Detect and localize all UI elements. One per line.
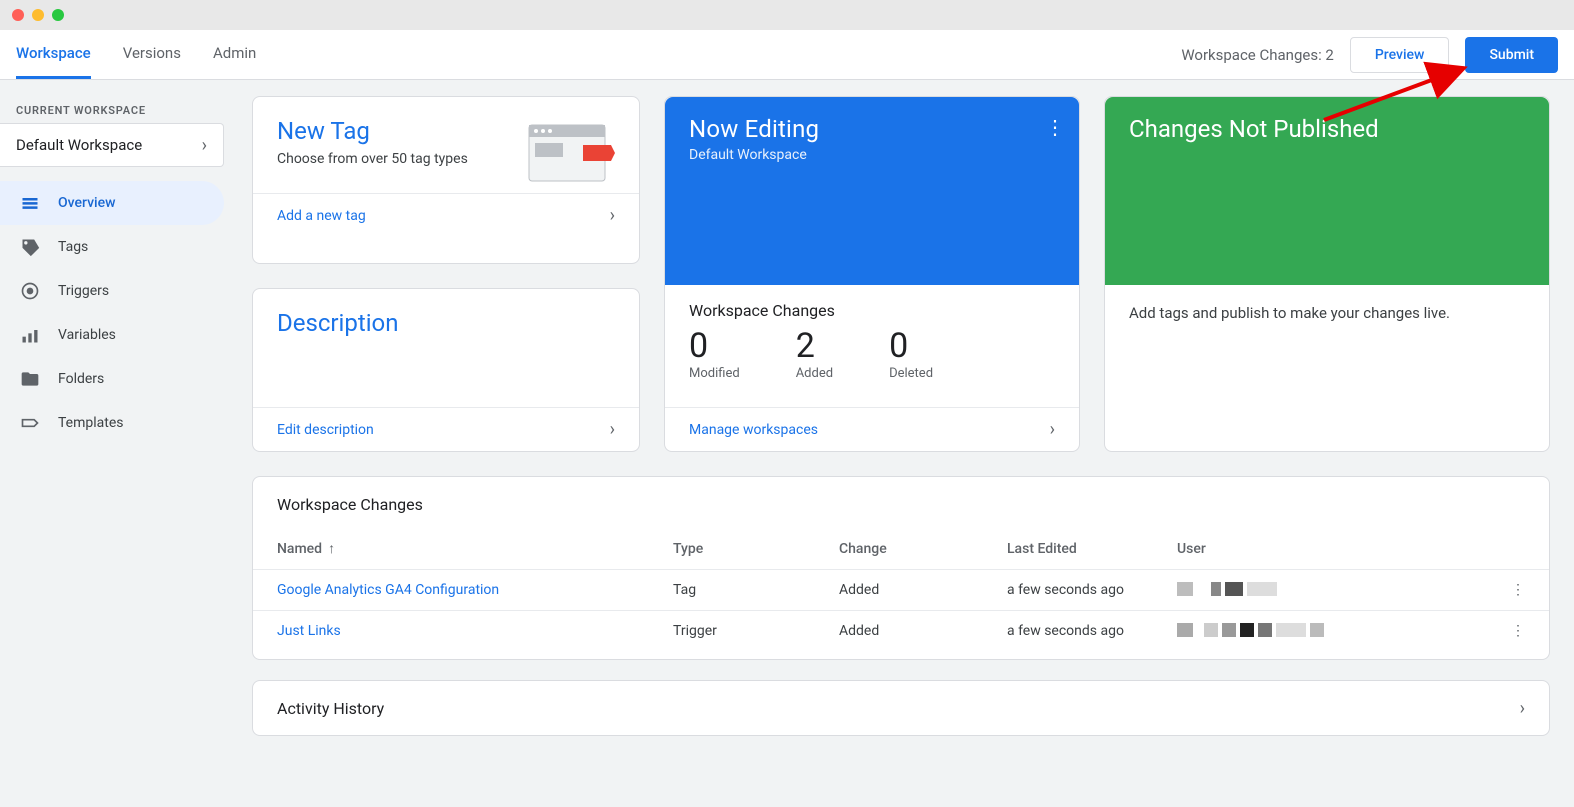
manage-workspaces-link[interactable]: Manage workspaces › — [665, 407, 1079, 451]
activity-history-title: Activity History — [277, 699, 384, 718]
table-row[interactable]: Just Links Trigger Added a few seconds a… — [253, 610, 1549, 651]
row-type: Trigger — [673, 623, 839, 639]
nav-tags[interactable]: Tags — [0, 225, 224, 269]
new-tag-subtitle: Choose from over 50 tag types — [277, 151, 468, 167]
trigger-icon — [20, 281, 40, 301]
add-tag-label: Add a new tag — [277, 208, 366, 224]
table-header: Named ↑ Type Change Last Edited User — [253, 528, 1549, 569]
maximize-icon[interactable] — [52, 9, 64, 21]
not-published-title: Changes Not Published — [1129, 115, 1525, 143]
tab-versions[interactable]: Versions — [123, 30, 181, 79]
nav-triggers[interactable]: Triggers — [0, 269, 224, 313]
count-deleted: 0 Deleted — [889, 326, 933, 381]
not-published-body: Add tags and publish to make your change… — [1105, 285, 1549, 451]
chevron-right-icon: › — [1520, 698, 1525, 719]
nav-label: Overview — [58, 195, 115, 211]
chevron-right-icon: › — [202, 135, 207, 156]
variable-icon — [20, 325, 40, 345]
nav-label: Triggers — [58, 283, 109, 299]
row-menu-icon[interactable]: ⋮ — [1495, 582, 1525, 598]
row-menu-icon[interactable]: ⋮ — [1495, 623, 1525, 639]
row-edited: a few seconds ago — [1007, 582, 1177, 598]
nav-templates[interactable]: Templates — [0, 401, 224, 445]
tag-illustration-icon — [525, 121, 615, 181]
topbar: Workspace Versions Admin Workspace Chang… — [0, 30, 1574, 80]
chevron-right-icon: › — [1050, 419, 1055, 440]
sidebar: CURRENT WORKSPACE Default Workspace › Ov… — [0, 80, 232, 807]
nav-label: Templates — [58, 415, 124, 431]
now-editing-title: Now Editing — [689, 115, 1055, 143]
col-change[interactable]: Change — [839, 541, 1007, 557]
row-edited: a few seconds ago — [1007, 623, 1177, 639]
now-editing-card: Now Editing Default Workspace ⋮ Workspac… — [664, 96, 1080, 452]
workspace-changes-title: Workspace Changes — [689, 301, 1055, 320]
close-icon[interactable] — [12, 9, 24, 21]
row-change: Added — [839, 582, 1007, 598]
changes-not-published-card: Changes Not Published Add tags and publi… — [1104, 96, 1550, 452]
nav-folders[interactable]: Folders — [0, 357, 224, 401]
workspace-selector[interactable]: Default Workspace › — [0, 123, 224, 167]
workspace-changes-table: Workspace Changes Named ↑ Type Change La… — [252, 476, 1550, 660]
count-modified: 0 Modified — [689, 326, 740, 381]
row-user-redacted — [1177, 623, 1495, 639]
table-title: Workspace Changes — [253, 477, 1549, 528]
chevron-right-icon: › — [610, 419, 615, 440]
col-type[interactable]: Type — [673, 541, 839, 557]
count-added: 2 Added — [796, 326, 833, 381]
row-user-redacted — [1177, 582, 1495, 598]
col-user[interactable]: User — [1177, 541, 1495, 557]
minimize-icon[interactable] — [32, 9, 44, 21]
workspace-changes-count: Workspace Changes: 2 — [1181, 46, 1334, 64]
col-last-edited[interactable]: Last Edited — [1007, 541, 1177, 557]
row-name: Just Links — [277, 623, 673, 639]
window-titlebar — [0, 0, 1574, 30]
tab-workspace[interactable]: Workspace — [16, 30, 91, 79]
nav-label: Variables — [58, 327, 116, 343]
sort-asc-icon: ↑ — [328, 540, 335, 557]
submit-button[interactable]: Submit — [1465, 37, 1558, 73]
chevron-right-icon: › — [610, 205, 615, 226]
nav-overview[interactable]: Overview — [0, 181, 224, 225]
folder-icon — [20, 369, 40, 389]
more-vert-icon[interactable]: ⋮ — [1045, 115, 1065, 139]
nav-variables[interactable]: Variables — [0, 313, 224, 357]
tab-admin[interactable]: Admin — [213, 30, 256, 79]
now-editing-subtitle: Default Workspace — [689, 147, 1055, 163]
activity-history-card[interactable]: Activity History › — [252, 680, 1550, 736]
nav-label: Tags — [58, 239, 88, 255]
description-title: Description — [277, 309, 615, 337]
row-name: Google Analytics GA4 Configuration — [277, 582, 673, 598]
main-content: New Tag Choose from over 50 tag types — [232, 80, 1574, 807]
table-row[interactable]: Google Analytics GA4 Configuration Tag A… — [253, 569, 1549, 610]
col-name[interactable]: Named ↑ — [277, 540, 673, 557]
new-tag-card: New Tag Choose from over 50 tag types — [252, 96, 640, 264]
nav-label: Folders — [58, 371, 104, 387]
edit-description-label: Edit description — [277, 422, 374, 438]
current-workspace-label: CURRENT WORKSPACE — [0, 96, 232, 123]
add-new-tag-link[interactable]: Add a new tag › — [253, 193, 639, 237]
tag-icon — [20, 237, 40, 257]
template-icon — [20, 413, 40, 433]
overview-icon — [20, 193, 40, 213]
description-card: Description Edit description › — [252, 288, 640, 452]
new-tag-title: New Tag — [277, 117, 468, 145]
preview-button[interactable]: Preview — [1350, 37, 1450, 73]
workspace-name: Default Workspace — [16, 136, 142, 154]
edit-description-link[interactable]: Edit description › — [253, 407, 639, 451]
row-change: Added — [839, 623, 1007, 639]
row-type: Tag — [673, 582, 839, 598]
manage-workspaces-label: Manage workspaces — [689, 422, 818, 438]
